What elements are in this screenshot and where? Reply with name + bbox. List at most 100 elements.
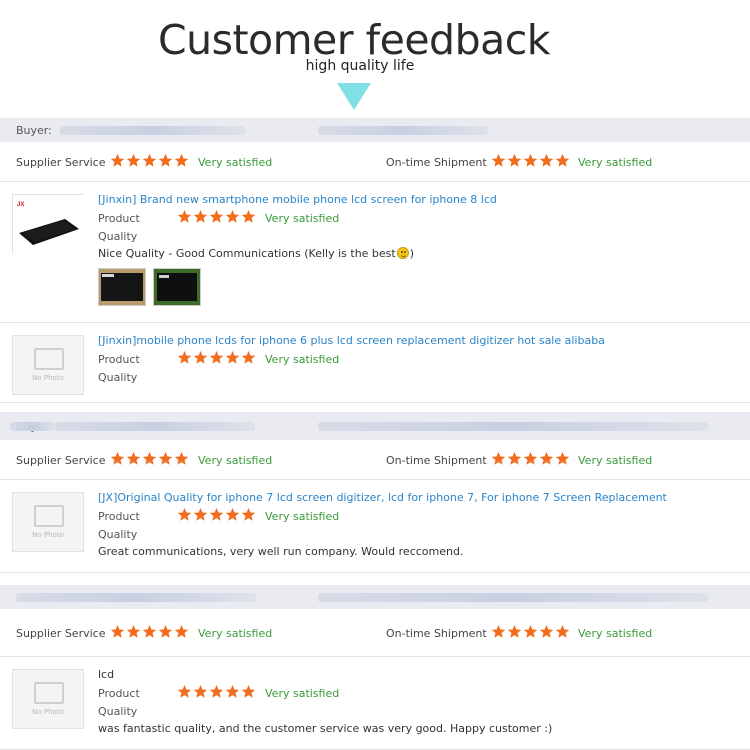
blurred-buyer-info <box>318 126 488 135</box>
buyer-bar: Buyer: <box>0 118 750 142</box>
no-photo-icon <box>34 505 64 527</box>
feedback-block: Buyer: Supplier Service Very satisfied O… <box>0 412 750 573</box>
star-icon <box>491 153 506 168</box>
ontime-shipment-label: On-time Shipment <box>386 454 487 467</box>
product-stars <box>177 350 256 365</box>
star-icon <box>209 507 224 522</box>
blurred-buyer-name <box>10 422 55 431</box>
supplier-service-label: Supplier Service <box>16 156 106 169</box>
star-icon <box>174 451 189 466</box>
ontime-shipment-stars <box>491 451 570 466</box>
supplier-service-rating-text: Very satisfied <box>198 156 273 169</box>
ontime-shipment-label: On-time Shipment <box>386 627 487 640</box>
star-icon <box>193 684 208 699</box>
review-comment: was fantastic quality, and the customer … <box>98 722 553 735</box>
buyer-bar <box>0 585 750 609</box>
review-comment: Nice Quality - Good Communications (Kell… <box>98 247 414 260</box>
star-icon <box>241 209 256 224</box>
supplier-service-rating-text: Very satisfied <box>198 627 273 640</box>
product-thumbnail[interactable]: No Photo <box>12 492 84 552</box>
buyer-label: Buyer: <box>16 124 52 137</box>
product-title-link[interactable]: [JX]Original Quality for iphone 7 lcd sc… <box>98 491 667 504</box>
ontime-shipment-rating-text: Very satisfied <box>578 627 653 640</box>
star-icon <box>241 684 256 699</box>
star-icon <box>225 350 240 365</box>
product-title-link[interactable]: lcd <box>98 668 114 681</box>
review-photo[interactable] <box>98 268 146 306</box>
star-icon <box>177 507 192 522</box>
product-review: No Photo lcd Product Very satisfied Qual… <box>0 657 750 750</box>
star-icon <box>158 153 173 168</box>
product-rating-text: Very satisfied <box>265 353 340 366</box>
product-label: Product <box>98 687 140 700</box>
star-icon <box>110 451 125 466</box>
star-icon <box>555 624 570 639</box>
product-title-link[interactable]: [Jinxin]mobile phone lcds for iphone 6 p… <box>98 334 605 347</box>
ontime-shipment-label: On-time Shipment <box>386 156 487 169</box>
star-icon <box>209 350 224 365</box>
supplier-service-stars <box>110 624 189 639</box>
svg-text:JX: JX <box>17 202 24 208</box>
review-comment-end: ) <box>409 247 415 260</box>
product-stars <box>177 684 256 699</box>
review-comment-text: Nice Quality - Good Communications (Kell… <box>98 247 396 260</box>
page-subtitle: high quality life <box>305 58 415 74</box>
star-icon <box>523 153 538 168</box>
review-photo[interactable] <box>153 268 201 306</box>
supplier-service-label: Supplier Service <box>16 627 106 640</box>
star-icon <box>241 350 256 365</box>
feedback-block: Buyer: Supplier Service Very satisfied O… <box>0 118 750 403</box>
product-thumbnail[interactable]: No Photo <box>12 669 84 729</box>
star-icon <box>225 507 240 522</box>
star-icon <box>158 624 173 639</box>
blurred-buyer-info <box>318 593 708 602</box>
rating-row: Supplier Service Very satisfied On-time … <box>0 142 750 182</box>
star-icon <box>209 684 224 699</box>
buyer-bar: Buyer: <box>0 412 750 440</box>
ontime-shipment-rating-text: Very satisfied <box>578 156 653 169</box>
star-icon <box>174 624 189 639</box>
star-icon <box>158 451 173 466</box>
review-comment: Great communications, very well run comp… <box>98 545 464 558</box>
product-review: No Photo [JX]Original Quality for iphone… <box>0 480 750 573</box>
star-icon <box>177 350 192 365</box>
product-label: Product <box>98 212 140 225</box>
product-rating-text: Very satisfied <box>265 687 340 700</box>
star-icon <box>110 624 125 639</box>
supplier-service-stars <box>110 451 189 466</box>
product-review: JX [Jinxin] Brand new smartphone mobile … <box>0 182 750 323</box>
product-thumbnail[interactable]: No Photo <box>12 335 84 395</box>
star-icon <box>193 209 208 224</box>
star-icon <box>491 451 506 466</box>
quality-label: Quality <box>98 528 138 541</box>
product-rating-text: Very satisfied <box>265 212 340 225</box>
star-icon <box>110 153 125 168</box>
no-photo-label: No Photo <box>32 708 64 716</box>
supplier-service-label: Supplier Service <box>16 454 106 467</box>
product-label: Product <box>98 510 140 523</box>
ontime-shipment-rating-text: Very satisfied <box>578 454 653 467</box>
product-stars <box>177 209 256 224</box>
star-icon <box>126 451 141 466</box>
star-icon <box>523 624 538 639</box>
star-icon <box>539 153 554 168</box>
blurred-buyer-info <box>318 422 708 431</box>
star-icon <box>507 153 522 168</box>
feedback-block: Supplier Service Very satisfied On-time … <box>0 585 750 750</box>
quality-label: Quality <box>98 705 138 718</box>
star-icon <box>539 624 554 639</box>
star-icon <box>177 209 192 224</box>
star-icon <box>142 451 157 466</box>
no-photo-icon <box>34 348 64 370</box>
star-icon <box>523 451 538 466</box>
quality-label: Quality <box>98 230 138 243</box>
star-icon <box>142 624 157 639</box>
star-icon <box>507 451 522 466</box>
product-title-link[interactable]: [Jinxin] Brand new smartphone mobile pho… <box>98 193 497 206</box>
product-thumbnail[interactable]: JX <box>12 194 85 255</box>
rating-row: Supplier Service Very satisfied On-time … <box>0 440 750 480</box>
star-icon <box>142 153 157 168</box>
star-icon <box>555 451 570 466</box>
product-review: No Photo [Jinxin]mobile phone lcds for i… <box>0 323 750 403</box>
star-icon <box>174 153 189 168</box>
